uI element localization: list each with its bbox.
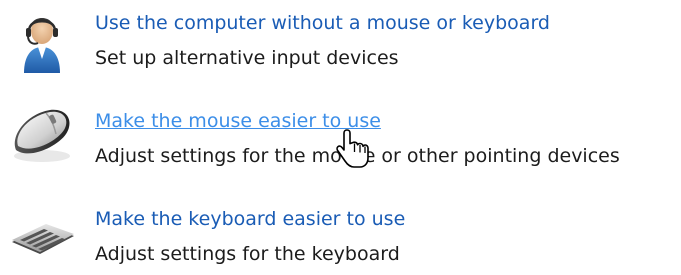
ease-of-access-options: Use the computer without a mouse or keyb…	[0, 0, 681, 275]
use-computer-without-mouse-keyboard-link[interactable]: Use the computer without a mouse or keyb…	[95, 10, 550, 36]
keyboard-icon	[6, 200, 78, 272]
mouse-icon	[6, 98, 78, 170]
option-keyboard: Make the keyboard easier to use Adjust s…	[0, 196, 681, 275]
option-description: Adjust settings for the keyboard	[95, 243, 400, 265]
option-description: Set up alternative input devices	[95, 47, 399, 69]
make-keyboard-easier-link[interactable]: Make the keyboard easier to use	[95, 206, 405, 232]
hand-pointer-cursor-icon	[336, 128, 372, 170]
option-computer-without-mouse-keyboard: Use the computer without a mouse or keyb…	[0, 0, 681, 80]
person-headset-icon	[6, 3, 78, 75]
